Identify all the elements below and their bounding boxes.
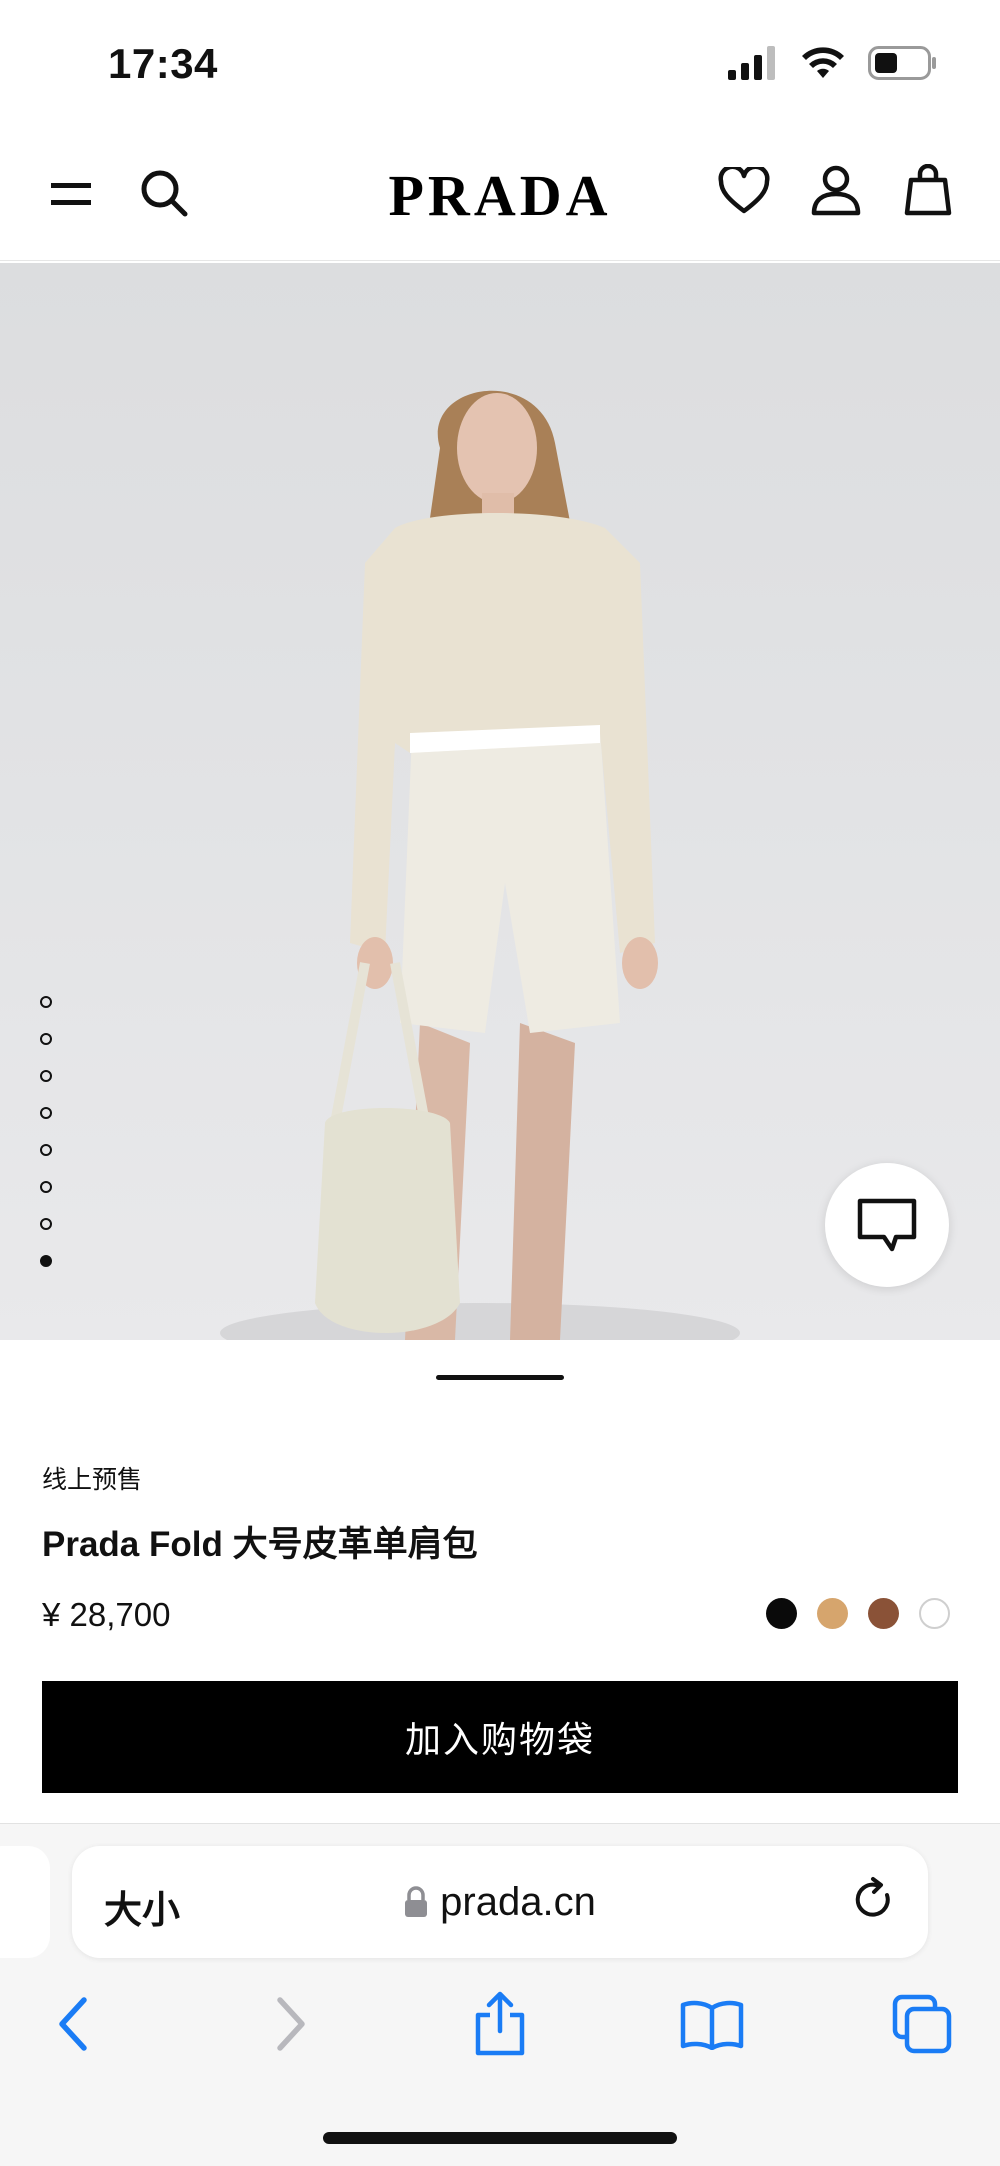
- home-indicator: [323, 2132, 677, 2144]
- sheet-drag-handle[interactable]: [436, 1375, 564, 1380]
- color-swatches: [766, 1598, 950, 1629]
- bookmarks-icon[interactable]: [672, 1984, 752, 2064]
- status-icons: [728, 46, 938, 80]
- battery-icon: [868, 46, 936, 80]
- url-display[interactable]: prada.cn: [72, 1880, 928, 1925]
- product-image[interactable]: [0, 263, 1000, 1340]
- lock-icon: [405, 1886, 428, 1917]
- bag-icon[interactable]: [898, 160, 958, 220]
- add-to-bag-button[interactable]: 加入购物袋: [42, 1681, 958, 1793]
- gallery-pagination: [40, 996, 52, 1267]
- gallery-dot[interactable]: [40, 1181, 52, 1193]
- wifi-icon: [802, 47, 844, 78]
- heart-icon[interactable]: [714, 161, 774, 221]
- presale-label: 线上预售: [42, 1466, 143, 1494]
- gallery-dot-active[interactable]: [40, 1255, 52, 1267]
- browser-toolbar: [0, 1984, 1000, 2084]
- gallery-dot[interactable]: [40, 996, 52, 1008]
- account-icon[interactable]: [806, 160, 866, 220]
- url-text: prada.cn: [440, 1880, 596, 1924]
- gallery-dot[interactable]: [40, 1144, 52, 1156]
- site-header: PRADA: [0, 130, 1000, 261]
- previous-tab-preview[interactable]: [0, 1846, 50, 1958]
- signal-icon: [728, 46, 775, 80]
- swatch-brown[interactable]: [868, 1598, 899, 1629]
- gallery-dot[interactable]: [40, 1070, 52, 1082]
- forward-icon[interactable]: [250, 1984, 330, 2064]
- address-bar[interactable]: 大小 prada.cn: [72, 1846, 928, 1958]
- swatch-tan[interactable]: [817, 1598, 848, 1629]
- browser-chrome: 大小 prada.cn: [0, 1823, 1000, 2166]
- product-title: Prada Fold 大号皮革单肩包: [42, 1525, 478, 1564]
- product-price: ¥ 28,700: [42, 1596, 171, 1633]
- status-time: 17:34: [108, 40, 218, 87]
- gallery-dot[interactable]: [40, 1033, 52, 1045]
- share-icon[interactable]: [460, 1984, 540, 2064]
- swatch-black[interactable]: [766, 1598, 797, 1629]
- swatch-white[interactable]: [919, 1598, 950, 1629]
- chat-icon: [857, 1198, 917, 1252]
- gallery-dot[interactable]: [40, 1218, 52, 1230]
- tabs-icon[interactable]: [882, 1984, 962, 2064]
- chat-button[interactable]: [825, 1163, 949, 1287]
- gallery-dot[interactable]: [40, 1107, 52, 1119]
- reload-icon[interactable]: [850, 1876, 898, 1929]
- back-icon[interactable]: [34, 1984, 114, 2064]
